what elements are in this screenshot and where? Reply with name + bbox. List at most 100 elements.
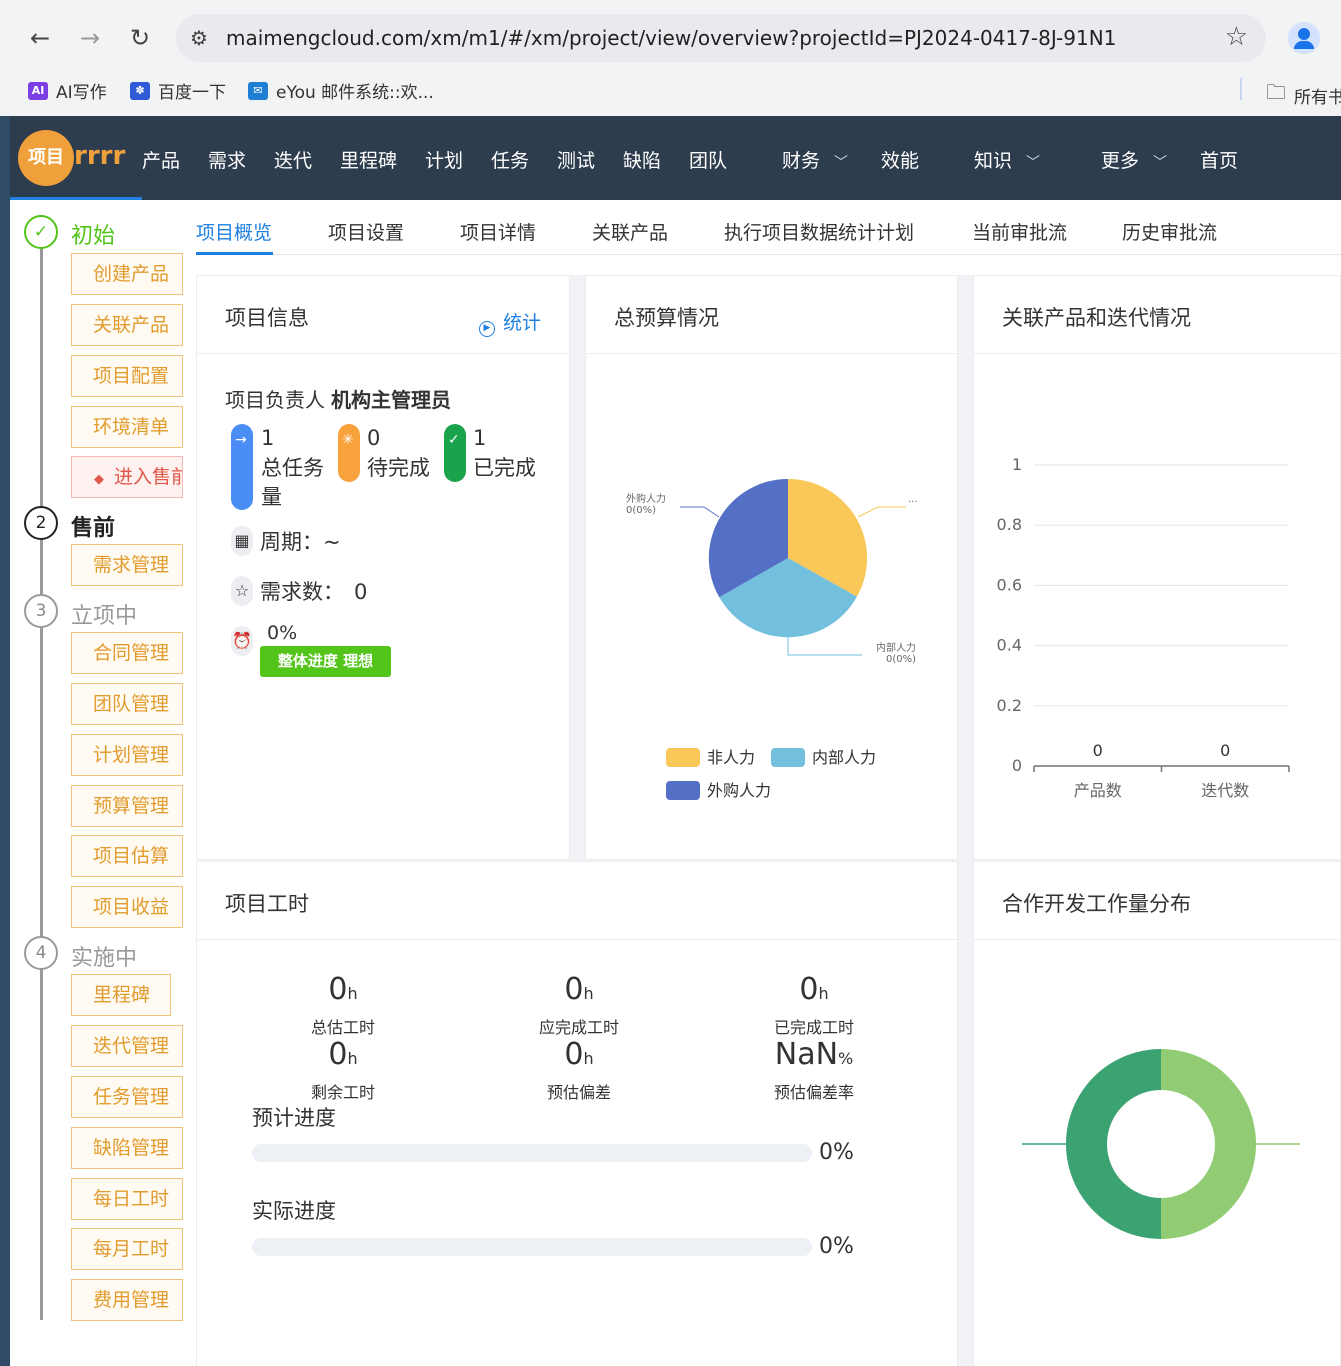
hours-number: 0 — [328, 1037, 348, 1072]
legend-swatch-internal[interactable] — [771, 748, 805, 767]
pending-tasks-label: 待完成 — [367, 456, 430, 480]
sidebar-item-daily-hours[interactable]: 每日工时 — [71, 1178, 183, 1220]
tab-linked-products[interactable]: 关联产品 — [592, 218, 668, 245]
tab-current-approval[interactable]: 当前审批流 — [972, 218, 1067, 245]
hours-number: 0 — [564, 972, 584, 1007]
budget-pie-chart: 外购人力 0(0%) ... 内部人力 0(0%) 非人力 内部人力 外购人力 — [626, 478, 918, 800]
sidebar-item-create-product[interactable]: 创建产品 — [71, 253, 183, 295]
reload-icon[interactable]: ↻ — [124, 22, 156, 54]
sidebar-item-expense[interactable]: 费用管理 — [71, 1279, 183, 1321]
tab-stats-plan[interactable]: 执行项目数据统计计划 — [724, 218, 914, 245]
chevron-down-icon: ﹀ — [834, 155, 849, 171]
bookmark-label: eYou 邮件系统::欢... — [276, 83, 434, 103]
hours-unit: h — [818, 984, 829, 1003]
sidebar-item-team[interactable]: 团队管理 — [71, 683, 183, 725]
tab-settings[interactable]: 项目设置 — [328, 218, 404, 245]
sidebar-item-env-list[interactable]: 环境清单 — [71, 406, 183, 448]
tab-overview[interactable]: 项目概览 — [196, 218, 272, 245]
address-bar[interactable]: ⚙ maimengcloud.com/xm/m1/#/xm/project/vi… — [176, 14, 1266, 62]
nav-test[interactable]: 测试 — [557, 146, 595, 173]
nav-task[interactable]: 任务 — [491, 146, 529, 173]
sidebar-item-task[interactable]: 任务管理 — [71, 1076, 183, 1118]
phase-initial: 初始 — [71, 224, 116, 249]
sidebar-item-budget[interactable]: 预算管理 — [71, 785, 183, 827]
planned-progress-title: 预计进度 — [252, 1106, 336, 1130]
nav-product[interactable]: 产品 — [142, 146, 180, 173]
project-logo-badge[interactable]: 项目 — [18, 130, 74, 186]
sidebar-item-monthly-hours[interactable]: 每月工时 — [71, 1228, 183, 1270]
nav-iteration[interactable]: 迭代 — [274, 146, 312, 173]
stats-link[interactable]: ▶ 统计 — [478, 308, 541, 337]
back-icon[interactable]: ← — [24, 22, 56, 54]
legend-swatch-outsourced[interactable] — [666, 781, 700, 800]
forward-icon[interactable]: → — [74, 22, 106, 54]
hours-number: 0 — [328, 972, 348, 1007]
card-title: 关联产品和迭代情况 — [1002, 306, 1191, 330]
bookmark-baidu[interactable]: ✽ 百度一下 — [130, 78, 226, 103]
nav-home[interactable]: 首页 — [1200, 146, 1238, 173]
pending-tasks-bar: ✳ — [338, 424, 360, 482]
related-products-card: 关联产品和迭代情况 0 0.2 0.4 0.6 0.8 1 0 产品数 0 迭代数 — [973, 275, 1341, 860]
legend-swatch-nonlabor[interactable] — [666, 748, 700, 767]
nav-milestone[interactable]: 里程碑 — [340, 146, 397, 173]
estimate-deviation-rate: NaN% — [754, 1037, 874, 1072]
nav-label: 知识 — [974, 150, 1013, 172]
y-tick-label: 1 — [1012, 455, 1022, 474]
project-name[interactable]: rrrr — [74, 141, 125, 171]
bookmark-ai[interactable]: AI AI写作 — [28, 78, 107, 103]
donut-slice-right[interactable] — [1161, 1049, 1256, 1239]
tabs-divider — [196, 254, 1341, 255]
active-tab-indicator — [196, 252, 273, 255]
nav-more[interactable]: 更多 ﹀ — [1101, 146, 1167, 173]
tab-details[interactable]: 项目详情 — [460, 218, 536, 245]
nav-finance[interactable]: 财务 ﹀ — [782, 146, 848, 173]
legend-outsourced[interactable]: 外购人力 — [707, 781, 771, 800]
bookmarks-folder[interactable]: 🗀 所有书 — [1266, 78, 1341, 112]
nav-label: 更多 — [1101, 150, 1140, 172]
enter-presale-button[interactable]: ◆ 进入售前 — [71, 456, 183, 498]
sidebar-item-iteration[interactable]: 迭代管理 — [71, 1025, 183, 1067]
remaining-hours: 0h — [293, 1037, 393, 1072]
legend-internal[interactable]: 内部人力 — [812, 748, 876, 767]
card-header: 关联产品和迭代情况 — [974, 276, 1340, 354]
nav-team[interactable]: 团队 — [689, 146, 727, 173]
sidebar-item-link-product[interactable]: 关联产品 — [71, 304, 183, 346]
legend-nonlabor[interactable]: 非人力 — [707, 748, 755, 767]
donut-slice-left[interactable] — [1066, 1049, 1161, 1239]
actual-progress-bar — [252, 1238, 812, 1256]
pie-value-nonlabor: ... — [908, 494, 918, 505]
hours-label: 预估偏差率 — [773, 1083, 854, 1102]
sidebar-item-defect[interactable]: 缺陷管理 — [71, 1127, 183, 1169]
sidebar-item-requirement[interactable]: 需求管理 — [71, 544, 183, 586]
sidebar-item-milestone[interactable]: 里程碑 — [71, 974, 171, 1016]
card-title: 合作开发工作量分布 — [1002, 892, 1191, 916]
tab-approval-history[interactable]: 历史审批流 — [1122, 218, 1217, 245]
sidebar-item-contract[interactable]: 合同管理 — [71, 632, 183, 674]
nav-requirement[interactable]: 需求 — [208, 146, 246, 173]
done-tasks-bar: ✓ — [444, 424, 466, 482]
nav-efficiency[interactable]: 效能 — [881, 146, 919, 173]
pie-value-outsourced: 0(0%) — [626, 505, 656, 516]
sidebar-item-revenue[interactable]: 项目收益 — [71, 886, 183, 928]
check-icon: ✓ — [24, 215, 58, 249]
sidebar-item-plan[interactable]: 计划管理 — [71, 734, 183, 776]
bookmark-mail[interactable]: ✉ eYou 邮件系统::欢... — [248, 78, 434, 103]
url-text[interactable]: maimengcloud.com/xm/m1/#/xm/project/view… — [226, 26, 1116, 50]
card-header: 项目信息 ▶ 统计 — [197, 276, 569, 354]
site-settings-icon[interactable]: ⚙ — [190, 26, 208, 50]
done-tasks-label: 已完成 — [473, 456, 536, 480]
y-tick-label: 0.2 — [997, 696, 1022, 715]
pie-label-outsourced: 外购人力 — [626, 492, 666, 505]
nav-defect[interactable]: 缺陷 — [623, 146, 661, 173]
x-tick-label: 产品数 — [1074, 781, 1122, 800]
profile-avatar-icon[interactable] — [1288, 22, 1320, 54]
step-number: 2 — [24, 506, 58, 540]
related-bar-chart: 0 0.2 0.4 0.6 0.8 1 0 产品数 0 迭代数 — [997, 455, 1290, 800]
nav-plan[interactable]: 计划 — [425, 146, 463, 173]
bookmark-star-icon[interactable]: ☆ — [1225, 22, 1248, 52]
nav-knowledge[interactable]: 知识 ﹀ — [974, 146, 1040, 173]
sidebar-item-estimate[interactable]: 项目估算 — [71, 835, 183, 877]
step-number: 3 — [24, 594, 58, 628]
sidebar-item-project-config[interactable]: 项目配置 — [71, 355, 183, 397]
period-label: 周期： — [260, 530, 323, 554]
